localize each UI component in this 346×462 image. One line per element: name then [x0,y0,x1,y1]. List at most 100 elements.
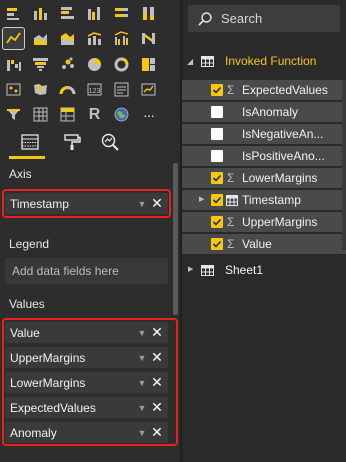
chevron-down-icon[interactable]: ▼ [135,403,149,413]
globe-icon[interactable] [111,104,132,125]
svg-text:123: 123 [89,88,101,95]
field-expectedvalues[interactable]: Σ ExpectedValues [182,80,346,100]
sigma-icon: Σ [227,171,235,185]
fields-tab[interactable] [16,128,44,156]
slicer-icon[interactable] [3,104,24,125]
values-field-lowermargins[interactable]: LowerMargins ▼ ✕ [5,372,168,393]
well-item-label: Value [10,325,40,340]
close-icon[interactable]: ✕ [149,399,165,416]
values-field-uppermargins[interactable]: UpperMargins ▼ ✕ [5,347,168,368]
stacked-bar-icon[interactable] [3,3,24,24]
waterfall-icon[interactable] [3,54,24,75]
100-column-icon[interactable] [138,3,159,24]
table-icon[interactable] [30,104,51,125]
pane-scrollbar[interactable] [173,163,178,315]
table-sheet1[interactable]: ▶ Sheet1 [182,260,346,280]
values-field-value[interactable]: Value ▼ ✕ [5,322,168,343]
search-box[interactable]: Search [188,5,340,32]
field-timestamp[interactable]: ▶ Timestamp [182,190,346,210]
stacked-area-icon[interactable] [57,28,78,49]
check-icon [212,240,222,248]
paint-roller-icon [64,134,81,150]
checkbox-unchecked[interactable] [211,106,223,118]
values-field-expectedvalues[interactable]: ExpectedValues ▼ ✕ [5,397,168,418]
clustered-bar-icon[interactable] [57,3,78,24]
more-icon[interactable]: ··· [138,104,159,125]
chevron-down-icon[interactable]: ▼ [135,378,149,388]
chevron-down-icon[interactable]: ▼ [135,353,149,363]
checkbox-unchecked[interactable] [211,150,223,162]
search-input[interactable]: Search [221,11,262,26]
field-uppermargins[interactable]: Σ UpperMargins [182,212,346,232]
caret-collapsed-icon[interactable]: ▶ [188,265,193,273]
close-icon[interactable]: ✕ [149,324,165,341]
ribbon-chart-icon[interactable] [138,28,159,49]
table-invoked-function[interactable]: ◢ Invoked Function [182,51,346,71]
field-label: ExpectedValues [242,83,328,97]
check-icon [212,86,222,94]
line-clustered-column-icon[interactable] [111,28,132,49]
values-field-anomaly[interactable]: Anomaly ▼ ✕ [5,422,168,443]
scatter-icon[interactable] [57,54,78,75]
chevron-down-icon[interactable]: ▼ [135,199,149,209]
field-label: IsNegativeAn... [242,127,324,141]
legend-drop-zone[interactable]: Add data fields here [5,258,168,284]
close-icon[interactable]: ✕ [149,349,165,366]
field-ispositiveanomaly[interactable]: IsPositiveAno... [182,146,346,166]
caret-expanded-icon[interactable]: ◢ [187,57,193,66]
axis-field-timestamp[interactable]: Timestamp ▼ ✕ [5,193,168,214]
well-item-label: ExpectedValues [10,400,96,415]
funnel-icon[interactable] [30,54,51,75]
checkbox-checked[interactable] [211,172,223,184]
axis-well-title: Axis [9,167,32,181]
analytics-tab[interactable] [96,128,124,156]
sigma-icon: Σ [227,237,235,251]
well-item-label: UpperMargins [10,350,86,365]
chevron-down-icon[interactable]: ▼ [135,428,149,438]
map-icon[interactable] [3,79,24,100]
caret-collapsed-icon[interactable]: ▶ [199,195,204,203]
100-bar-icon[interactable] [111,3,132,24]
sigma-icon: Σ [227,215,235,229]
check-icon [212,174,222,182]
donut-icon[interactable] [111,54,132,75]
clustered-column-icon[interactable] [84,3,105,24]
checkbox-checked[interactable] [211,216,223,228]
close-icon[interactable]: ✕ [149,195,165,212]
field-isnegativeanomaly[interactable]: IsNegativeAn... [182,124,346,144]
line-chart-icon[interactable] [2,27,25,50]
checkbox-checked[interactable] [211,84,223,96]
checkbox-unchecked[interactable] [211,128,223,140]
filled-map-icon[interactable] [30,79,51,100]
close-icon[interactable]: ✕ [149,374,165,391]
field-label: LowerMargins [242,171,318,185]
card-icon[interactable]: 123 [84,79,105,100]
check-icon [212,196,222,204]
table-icon [201,56,214,67]
matrix-icon[interactable] [57,104,78,125]
visualizations-pane: 123 R ··· Axis Timestamp ▼ ✕ Legend Add … [0,0,180,462]
field-label: Timestamp [242,193,301,207]
stacked-column-icon[interactable] [30,3,51,24]
field-label: IsPositiveAno... [242,149,325,163]
active-tab-indicator [9,156,45,159]
gauge-icon[interactable] [57,79,78,100]
fields-scrollbar[interactable] [342,80,346,250]
checkbox-checked[interactable] [211,238,223,250]
close-icon[interactable]: ✕ [149,424,165,441]
checkbox-checked[interactable] [211,194,223,206]
r-visual-icon[interactable]: R [84,104,105,125]
field-lowermargins[interactable]: Σ LowerMargins [182,168,346,188]
area-chart-icon[interactable] [30,28,51,49]
format-tab[interactable] [58,128,86,156]
field-label: Value [242,237,272,251]
field-isanomaly[interactable]: IsAnomaly [182,102,346,122]
treemap-icon[interactable] [138,54,159,75]
pie-icon[interactable] [84,54,105,75]
chevron-down-icon[interactable]: ▼ [135,328,149,338]
line-column-icon[interactable] [84,28,105,49]
field-value[interactable]: Σ Value [182,234,346,254]
kpi-icon[interactable] [138,79,159,100]
search-icon [198,11,212,26]
multirow-card-icon[interactable] [111,79,132,100]
